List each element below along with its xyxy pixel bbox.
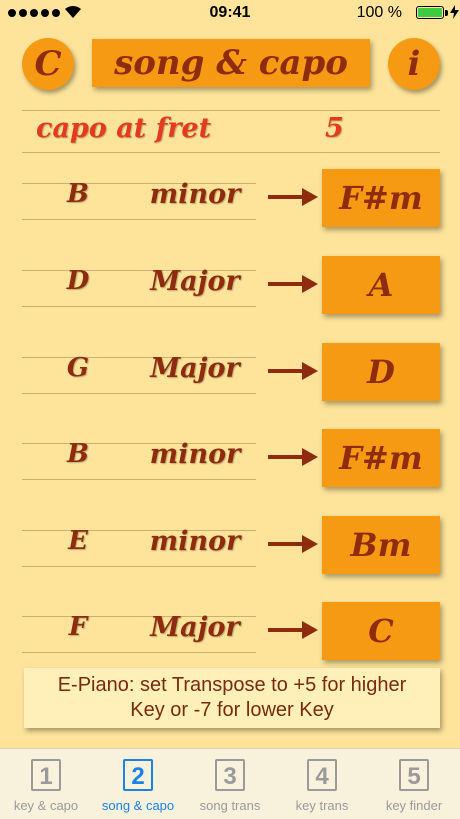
result-chord: A: [322, 256, 440, 314]
c-button[interactable]: C: [22, 38, 74, 90]
tab-number-icon: 1: [31, 759, 61, 791]
tab-label: key finder: [385, 798, 443, 813]
chord-row: B minor F#m: [0, 169, 460, 229]
tab-key-capo[interactable]: 1 key & capo: [0, 749, 92, 819]
arrow-right-icon: [268, 448, 318, 466]
battery-icon: [416, 6, 444, 19]
chord-root[interactable]: F: [60, 612, 96, 642]
chord-row: E minor Bm: [0, 516, 460, 576]
result-chord: C: [322, 602, 440, 660]
tab-number-icon: 2: [123, 759, 153, 791]
chord-quality[interactable]: minor: [140, 526, 250, 557]
result-chord: F#m: [322, 429, 440, 487]
info-button[interactable]: i: [388, 38, 440, 90]
row-line: [22, 393, 256, 394]
tab-number-icon: 3: [215, 759, 245, 791]
battery-percentage: 100 %: [356, 4, 402, 21]
chord-row: D Major A: [0, 256, 460, 316]
page-title: song & capo: [92, 39, 370, 87]
capo-label: capo at fret: [36, 113, 212, 144]
arrow-right-icon: [268, 535, 318, 553]
transpose-note: E-Piano: set Transpose to +5 for higher …: [24, 668, 440, 728]
divider-capo: [22, 152, 440, 153]
chord-quality[interactable]: minor: [140, 179, 250, 210]
tab-number-icon: 4: [307, 759, 337, 791]
chord-quality[interactable]: Major: [140, 612, 250, 643]
status-bar: 09:41 100 %: [0, 0, 460, 28]
tab-label: song & capo: [101, 798, 175, 813]
chord-root[interactable]: D: [60, 266, 96, 296]
result-chord: D: [322, 343, 440, 401]
row-line: [22, 219, 256, 220]
note-line-2: Key or -7 for lower Key: [130, 699, 334, 721]
capo-fret-value[interactable]: 5: [325, 113, 344, 144]
chord-row: B minor F#m: [0, 429, 460, 489]
charging-bolt-icon: [450, 5, 459, 19]
tab-key-trans[interactable]: 4 key trans: [276, 749, 368, 819]
tab-song-capo[interactable]: 2 song & capo: [92, 749, 184, 819]
tab-song-trans[interactable]: 3 song trans: [184, 749, 276, 819]
chord-row: F Major C: [0, 602, 460, 662]
row-line: [22, 306, 256, 307]
battery-tip: [445, 10, 448, 16]
chord-quality[interactable]: Major: [140, 353, 250, 384]
arrow-right-icon: [268, 621, 318, 639]
chord-root[interactable]: B: [60, 179, 96, 209]
tab-key-finder[interactable]: 5 key finder: [368, 749, 460, 819]
tab-bar: 1 key & capo 2 song & capo 3 song trans …: [0, 748, 460, 819]
row-line: [22, 652, 256, 653]
divider-top: [22, 110, 440, 111]
row-line: [22, 566, 256, 567]
chord-root[interactable]: E: [60, 526, 96, 556]
chord-row: G Major D: [0, 343, 460, 403]
tab-label: key trans: [295, 798, 349, 813]
chord-quality[interactable]: Major: [140, 266, 250, 297]
note-line-1: E-Piano: set Transpose to +5 for higher: [57, 674, 407, 696]
row-line: [22, 479, 256, 480]
tab-label: song trans: [199, 798, 261, 813]
arrow-right-icon: [268, 275, 318, 293]
arrow-right-icon: [268, 362, 318, 380]
result-chord: F#m: [322, 169, 440, 227]
result-chord: Bm: [322, 516, 440, 574]
chord-quality[interactable]: minor: [140, 439, 250, 470]
tab-number-icon: 5: [399, 759, 429, 791]
chord-root[interactable]: G: [60, 353, 96, 383]
tab-label: key & capo: [13, 798, 79, 813]
arrow-right-icon: [268, 188, 318, 206]
chord-root[interactable]: B: [60, 439, 96, 469]
